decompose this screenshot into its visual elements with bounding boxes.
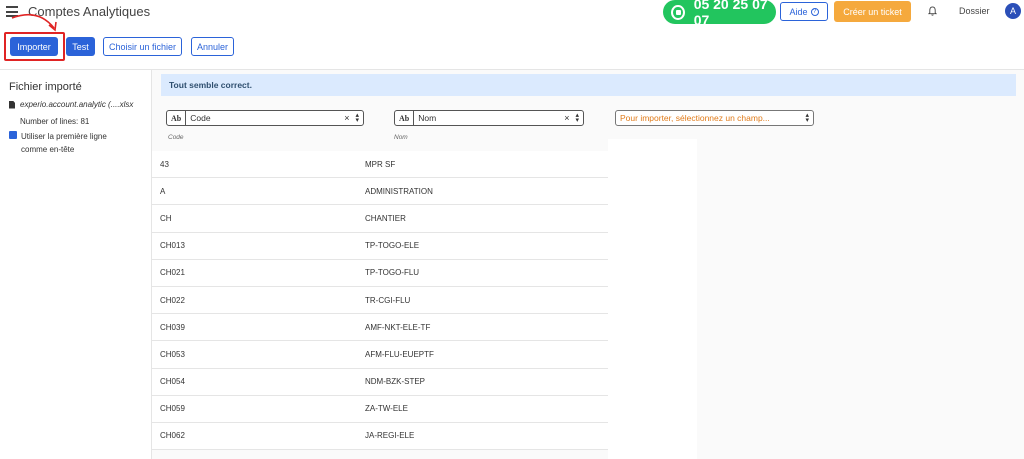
table-row: A ADMINISTRATION <box>152 178 608 206</box>
cell-nom: AMF-NKT-ELE-TF <box>365 322 431 332</box>
table-row: CH039 AMF-NKT-ELE-TF <box>152 314 608 342</box>
cell-nom: ZA-TW-ELE <box>365 404 408 414</box>
line-count: Number of lines: 81 <box>20 117 90 126</box>
phone-number: 05 20 25 07 07 <box>693 0 768 28</box>
preview-table: 43 MPR SF A ADMINISTRATION CH CHANTIER CH01… <box>152 151 608 451</box>
field-select-code[interactable]: Ab Code × ▴ ▾ <box>166 110 364 126</box>
empty-column <box>608 139 697 459</box>
table-row: CH062 JA-REGI-ELE <box>152 423 608 451</box>
clear-icon[interactable]: × <box>564 113 569 123</box>
field-select-nom[interactable]: Ab Nom × ▴ ▾ <box>394 110 584 126</box>
chevron-updown-icon: ▴ ▾ <box>575 112 579 124</box>
status-alert: Tout semble correct. <box>161 74 1016 96</box>
folder-menu[interactable]: Dossier <box>959 6 990 16</box>
first-line-header-checkbox[interactable] <box>9 131 17 139</box>
cell-code: CH053 <box>160 349 185 359</box>
text-type-icon: Ab <box>395 111 415 125</box>
field-select-value: Code <box>190 113 211 123</box>
field-select-empty[interactable]: Pour importer, sélectionnez un champ... … <box>615 110 814 126</box>
file-name: experio.account.analytic (....xlsx <box>20 100 134 109</box>
help-label: Aide <box>789 6 808 17</box>
import-preview: Tout semble correct. Ab Code × ▴ ▾ Code A… <box>152 70 1024 459</box>
top-navbar: Comptes Analytiques 05 20 25 07 07 Aide … <box>0 0 1024 28</box>
cell-nom: TR-CGI-FLU <box>365 295 411 305</box>
avatar[interactable]: A <box>1005 3 1021 19</box>
cell-nom: NDM-BZK-STEP <box>365 377 425 387</box>
cell-code: CH062 <box>160 431 185 441</box>
table-row: CH CHANTIER <box>152 205 608 233</box>
cell-nom: AFM-FLU-EUEPTF <box>365 349 434 359</box>
import-sidebar: Fichier importé experio.account.analytic… <box>0 70 152 459</box>
create-ticket-button[interactable]: Créer un ticket <box>834 1 911 22</box>
cell-code: CH013 <box>160 241 185 251</box>
table-row: CH013 TP-TOGO-ELE <box>152 233 608 260</box>
column-header-label: Nom <box>394 134 408 141</box>
field-select-value: Nom <box>418 113 437 123</box>
cell-code: CH022 <box>160 295 185 305</box>
table-row: CH021 TP-TOGO-FLU <box>152 260 608 287</box>
cell-nom: TP-TOGO-FLU <box>365 268 420 278</box>
cell-code: A <box>160 186 166 196</box>
table-row: CH054 NDM-BZK-STEP <box>152 369 608 396</box>
question-icon: ? <box>810 7 819 16</box>
cell-nom: CHANTIER <box>365 213 406 223</box>
headset-icon <box>671 4 685 20</box>
cell-code: CH021 <box>160 268 185 278</box>
clear-icon[interactable]: × <box>344 113 349 123</box>
cell-nom: TP-TOGO-ELE <box>365 241 420 251</box>
imported-file: experio.account.analytic (....xlsx <box>9 100 133 109</box>
choose-file-button[interactable]: Choisir un fichier <box>103 37 182 56</box>
field-select-placeholder: Pour importer, sélectionnez un champ... <box>620 113 770 123</box>
test-button[interactable]: Test <box>66 37 95 56</box>
chevron-updown-icon: ▴ ▾ <box>355 112 359 124</box>
cell-nom: MPR SF <box>365 159 396 169</box>
cancel-button[interactable]: Annuler <box>191 37 234 56</box>
sidebar-title: Fichier importé <box>9 81 82 93</box>
table-row: CH022 TR-CGI-FLU <box>152 287 608 315</box>
cell-code: 43 <box>160 159 169 169</box>
text-type-icon: Ab <box>167 111 187 125</box>
table-row: CH053 AFM-FLU-EUEPTF <box>152 341 608 369</box>
cell-code: CH <box>160 213 172 223</box>
file-icon <box>9 100 15 109</box>
table-row: 43 MPR SF <box>152 151 608 179</box>
bell-icon[interactable] <box>928 6 937 16</box>
column-header-label: Code <box>168 134 184 141</box>
table-row: CH059 ZA-TW-ELE <box>152 396 608 423</box>
cell-nom: JA-REGI-ELE <box>365 431 415 441</box>
cell-code: CH059 <box>160 404 185 414</box>
first-line-header-label[interactable]: Utiliser la première ligne comme en-tête <box>21 130 131 156</box>
cell-code: CH039 <box>160 322 185 332</box>
cell-nom: ADMINISTRATION <box>365 186 433 196</box>
chevron-updown-icon: ▴ ▾ <box>805 112 809 124</box>
phone-button[interactable]: 05 20 25 07 07 <box>663 0 776 28</box>
cell-code: CH054 <box>160 377 185 387</box>
help-button[interactable]: Aide ? <box>780 2 828 21</box>
import-button[interactable]: Importer <box>10 37 58 56</box>
